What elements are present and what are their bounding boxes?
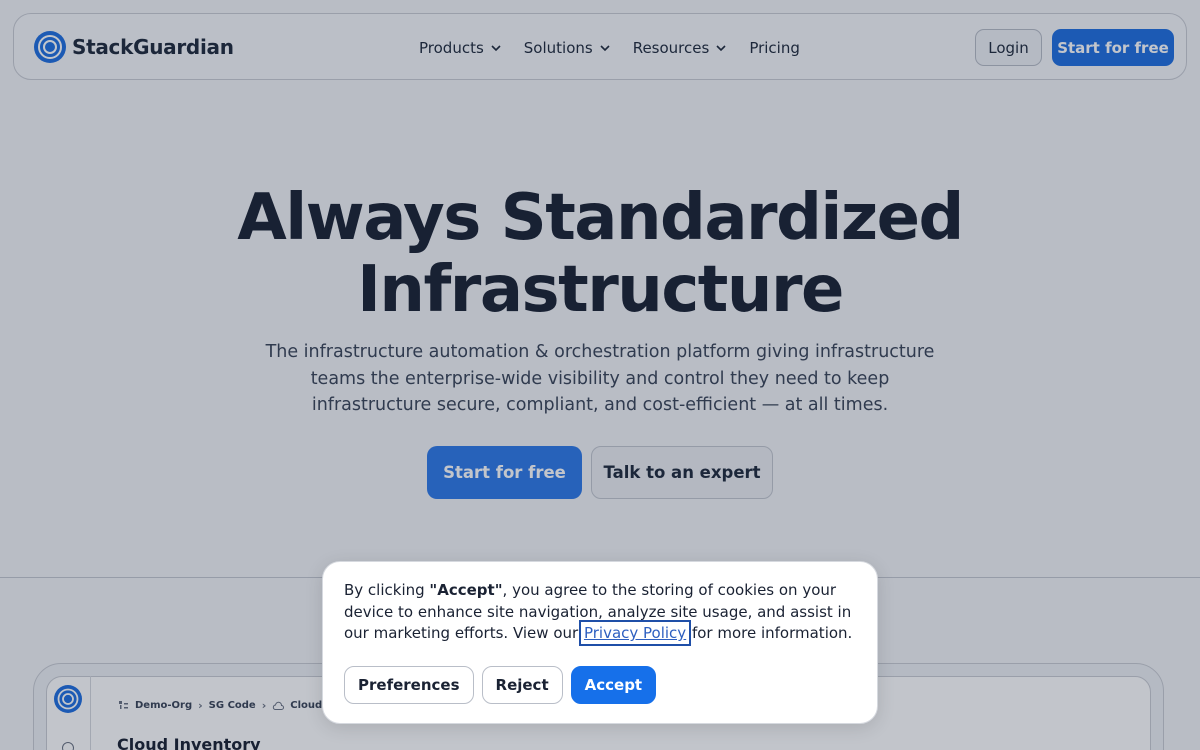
- cookie-message: By clicking "Accept", you agree to the s…: [344, 580, 859, 646]
- cookie-text-suffix: for more information.: [687, 624, 853, 642]
- cookie-actions: Preferences Reject Accept: [344, 666, 657, 704]
- reject-button[interactable]: Reject: [481, 666, 563, 704]
- preferences-button[interactable]: Preferences: [344, 666, 474, 704]
- privacy-policy-link[interactable]: Privacy Policy: [578, 620, 692, 646]
- cookie-text-prefix: By clicking: [344, 581, 430, 599]
- cookie-consent-dialog: By clicking "Accept", you agree to the s…: [322, 561, 878, 724]
- cookie-accept-quote: "Accept": [429, 581, 503, 599]
- accept-button[interactable]: Accept: [570, 666, 657, 704]
